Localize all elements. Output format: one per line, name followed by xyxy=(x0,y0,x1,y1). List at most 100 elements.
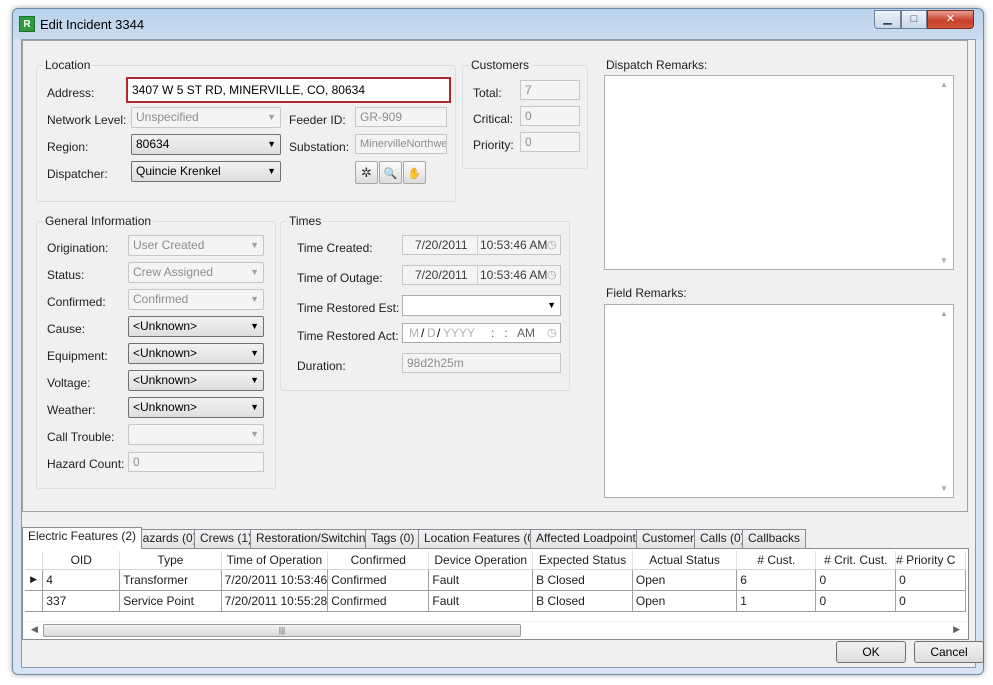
edit-incident-window: R Edit Incident 3344 ▁ □ ✕ Location Addr… xyxy=(12,8,984,675)
title-bar[interactable]: R Edit Incident 3344 ▁ □ ✕ xyxy=(13,9,983,39)
grid-cell[interactable]: Fault xyxy=(428,569,534,591)
grid-cell[interactable]: 7/20/2011 10:55:28 xyxy=(221,590,329,612)
scroll-up-icon[interactable]: ▲ xyxy=(940,80,948,89)
times-group-title: Times xyxy=(287,214,324,228)
origination-select[interactable]: User Created ▼ xyxy=(128,235,264,256)
duration-label: Duration: xyxy=(297,359,346,373)
maximize-button[interactable]: □ xyxy=(901,10,927,29)
equipment-select[interactable]: <Unknown> ▼ xyxy=(128,343,264,364)
region-label: Region: xyxy=(47,140,89,154)
chevron-down-icon: ▼ xyxy=(250,294,259,304)
grid-cell[interactable]: Transformer xyxy=(119,569,222,591)
column-header-actual-status[interactable]: Actual Status xyxy=(632,551,738,570)
table-row[interactable]: 337 Service Point 7/20/2011 10:55:28 Con… xyxy=(25,590,966,612)
column-header-time-of-operation[interactable]: Time of Operation xyxy=(221,551,329,570)
tab-electric-features[interactable]: Electric Features (2) xyxy=(22,527,143,549)
address-field[interactable]: 3407 W 5 ST RD, MINERVILLE, CO, 80634 xyxy=(126,77,451,103)
time-restored-act-label: Time Restored Act: xyxy=(297,329,399,343)
grid-cell[interactable]: 337 xyxy=(42,590,121,612)
locate-icon: ✲ xyxy=(361,165,372,180)
features-tab-strip: Electric Features (2) Hazards (0) Crews … xyxy=(22,527,962,549)
grid-cell[interactable]: Fault xyxy=(428,590,534,612)
scroll-down-icon[interactable]: ▼ xyxy=(940,484,948,493)
time-created-label: Time Created: xyxy=(297,241,373,255)
column-header-type[interactable]: Type xyxy=(119,551,222,570)
time-restored-est-select[interactable]: ▼ xyxy=(402,295,561,316)
grid-cell[interactable]: 1 xyxy=(736,590,817,612)
grid-cell[interactable]: 6 xyxy=(736,569,817,591)
grid-cell[interactable]: Open xyxy=(632,569,738,591)
confirmed-value: Confirmed xyxy=(133,292,189,306)
electric-features-table: OID Type Time of Operation Confirmed Dev… xyxy=(25,551,966,612)
scroll-down-icon[interactable]: ▼ xyxy=(940,256,948,265)
tab-location-features[interactable]: Location Features (0) xyxy=(418,529,545,548)
column-header-priority-cust[interactable]: # Priority C xyxy=(895,551,966,570)
grid-horizontal-scrollbar[interactable]: ◀ ||| ▶ xyxy=(25,621,966,638)
status-select[interactable]: Crew Assigned ▼ xyxy=(128,262,264,283)
time-of-outage-field[interactable]: 7/20/2011 10:53:46 AM ◷ xyxy=(402,265,561,285)
tab-restoration-switching[interactable]: Restoration/Switching xyxy=(250,529,379,548)
cancel-button[interactable]: Cancel xyxy=(914,641,984,663)
grid-cell[interactable]: 4 xyxy=(42,569,121,591)
clock-icon: ◷ xyxy=(547,239,557,251)
minimize-button[interactable]: ▁ xyxy=(874,10,901,29)
scroll-up-icon[interactable]: ▲ xyxy=(940,309,948,318)
time-created-field[interactable]: 7/20/2011 10:53:46 AM ◷ xyxy=(402,235,561,255)
scroll-left-icon[interactable]: ◀ xyxy=(31,624,38,635)
grid-cell[interactable]: 0 xyxy=(815,569,897,591)
weather-label: Weather: xyxy=(47,403,96,417)
tab-callbacks[interactable]: Callbacks xyxy=(742,529,807,548)
call-trouble-label: Call Trouble: xyxy=(47,430,115,444)
column-header-device-operation[interactable]: Device Operation xyxy=(428,551,534,570)
scroll-right-icon[interactable]: ▶ xyxy=(953,624,960,635)
grid-cell[interactable]: B Closed xyxy=(532,590,633,612)
dispatch-remarks-textarea[interactable]: ▲ ▼ xyxy=(604,75,954,270)
row-header[interactable] xyxy=(25,590,44,612)
scroll-thumb[interactable]: ||| xyxy=(43,624,521,637)
zoom-button[interactable]: 🔍 xyxy=(379,161,402,184)
column-header-cust[interactable]: # Cust. xyxy=(736,551,817,570)
grid-cell[interactable]: 0 xyxy=(895,569,966,591)
column-header-crit-cust[interactable]: # Crit. Cust. xyxy=(815,551,897,570)
chevron-down-icon: ▼ xyxy=(267,112,276,122)
region-select[interactable]: 80634 ▼ xyxy=(131,134,281,155)
chevron-down-icon: ▼ xyxy=(250,348,259,358)
tab-crews[interactable]: Crews (1) xyxy=(194,529,259,548)
tab-affected-loadpoints[interactable]: Affected Loadpoints xyxy=(530,529,648,548)
current-row-indicator-icon[interactable]: ▶ xyxy=(25,569,44,591)
electric-features-grid: OID Type Time of Operation Confirmed Dev… xyxy=(25,551,966,619)
grid-cell[interactable]: B Closed xyxy=(532,569,633,591)
field-remarks-scrollbar[interactable]: ▲ ▼ xyxy=(936,305,953,497)
grid-cell[interactable]: 0 xyxy=(895,590,966,612)
weather-select[interactable]: <Unknown> ▼ xyxy=(128,397,264,418)
network-level-select[interactable]: Unspecified ▼ xyxy=(131,107,281,128)
grid-cell[interactable]: 7/20/2011 10:53:46 xyxy=(221,569,329,591)
locate-button[interactable]: ✲ xyxy=(355,161,378,184)
cause-select[interactable]: <Unknown> ▼ xyxy=(128,316,264,337)
column-header-confirmed[interactable]: Confirmed xyxy=(327,551,430,570)
grid-cell[interactable]: Confirmed xyxy=(327,569,430,591)
confirmed-select[interactable]: Confirmed ▼ xyxy=(128,289,264,310)
time-restored-act-field[interactable]: M / D / YYYY : : AM ◷ xyxy=(402,323,561,343)
pan-button[interactable]: ✋ xyxy=(403,161,426,184)
grid-header-row: OID Type Time of Operation Confirmed Dev… xyxy=(25,551,966,570)
dispatcher-select[interactable]: Quincie Krenkel ▼ xyxy=(131,161,281,182)
grid-cell[interactable]: Service Point xyxy=(119,590,222,612)
table-row[interactable]: ▶ 4 Transformer 7/20/2011 10:53:46 Confi… xyxy=(25,569,966,591)
field-remarks-textarea[interactable]: ▲ ▼ xyxy=(604,304,954,498)
call-trouble-select[interactable]: ▼ xyxy=(128,424,264,445)
column-header-oid[interactable]: OID xyxy=(42,551,121,570)
dispatch-remarks-scrollbar[interactable]: ▲ ▼ xyxy=(936,76,953,269)
ok-button[interactable]: OK xyxy=(836,641,906,663)
customers-priority-label: Priority: xyxy=(473,138,514,152)
tab-tags[interactable]: Tags (0) xyxy=(365,529,421,548)
zoom-icon: 🔍 xyxy=(383,168,398,180)
grid-cell[interactable]: Confirmed xyxy=(327,590,430,612)
close-button[interactable]: ✕ xyxy=(927,10,974,29)
grid-cell[interactable]: 0 xyxy=(815,590,897,612)
column-header-expected-status[interactable]: Expected Status xyxy=(532,551,633,570)
grid-cell[interactable]: Open xyxy=(632,590,738,612)
substation-field: MinervilleNorthwes xyxy=(355,134,447,154)
voltage-select[interactable]: <Unknown> ▼ xyxy=(128,370,264,391)
electric-features-panel: OID Type Time of Operation Confirmed Dev… xyxy=(22,548,969,640)
